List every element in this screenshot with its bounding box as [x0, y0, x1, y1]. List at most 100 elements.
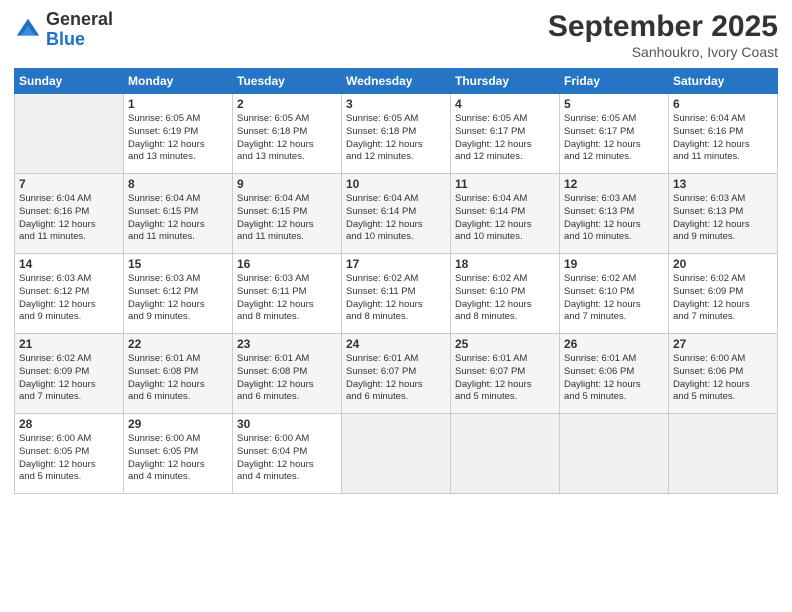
calendar-cell: 4Sunrise: 6:05 AM Sunset: 6:17 PM Daylig…: [451, 94, 560, 174]
calendar-table: Sunday Monday Tuesday Wednesday Thursday…: [14, 68, 778, 494]
day-number: 7: [19, 177, 119, 191]
day-number: 25: [455, 337, 555, 351]
calendar-cell: 11 Sunrise: 6:04 AM Sunset: 6:14 PM Dayli…: [451, 174, 560, 254]
logo-general-text: General: [46, 10, 113, 30]
day-info: Sunrise: 6:02 AM Sunset: 6:09 PM Dayligh…: [19, 353, 119, 404]
day-number: 12: [564, 177, 664, 191]
day-info: Sunrise: 6:03 AM Sunset: 6:13 PM Dayligh…: [564, 193, 664, 244]
calendar-cell: 20 Sunrise: 6:02 AM Sunset: 6:09 PM Dayli…: [669, 254, 778, 334]
day-info: Sunrise: 6:00 AM Sunset: 6:05 PM Dayligh…: [19, 433, 119, 484]
month-title: September 2025: [548, 10, 778, 44]
page: General Blue September 2025 Sanhoukro, I…: [0, 0, 792, 612]
calendar-header: Sunday Monday Tuesday Wednesday Thursday…: [15, 69, 778, 94]
day-info: Sunrise: 6:04 AM Sunset: 6:15 PM Dayligh…: [128, 193, 228, 244]
day-info: Sunrise: 6:03 AM Sunset: 6:12 PM Dayligh…: [19, 273, 119, 324]
header-wednesday: Wednesday: [342, 69, 451, 94]
day-info: Sunrise: 6:01 AM Sunset: 6:08 PM Dayligh…: [128, 353, 228, 404]
day-info: Sunrise: 6:01 AM Sunset: 6:08 PM Dayligh…: [237, 353, 337, 404]
day-number: 19: [564, 257, 664, 271]
calendar-cell: 1Sunrise: 6:05 AM Sunset: 6:19 PM Daylig…: [124, 94, 233, 174]
day-info: Sunrise: 6:04 AM Sunset: 6:14 PM Dayligh…: [455, 193, 555, 244]
day-number: 16: [237, 257, 337, 271]
day-info: Sunrise: 6:05 AM Sunset: 6:18 PM Dayligh…: [346, 113, 446, 164]
calendar-cell: 24 Sunrise: 6:01 AM Sunset: 6:07 PM Dayli…: [342, 334, 451, 414]
day-info: Sunrise: 6:05 AM Sunset: 6:17 PM Dayligh…: [455, 113, 555, 164]
day-info: Sunrise: 6:01 AM Sunset: 6:07 PM Dayligh…: [346, 353, 446, 404]
day-number: 13: [673, 177, 773, 191]
logo-blue-text: Blue: [46, 30, 113, 50]
calendar-cell: 5 Sunrise: 6:05 AM Sunset: 6:17 PM Daylig…: [560, 94, 669, 174]
day-number: 29: [128, 417, 228, 431]
day-number: 10: [346, 177, 446, 191]
calendar-cell: 29Sunrise: 6:00 AM Sunset: 6:05 PM Dayli…: [124, 414, 233, 494]
calendar-cell: 10 Sunrise: 6:04 AM Sunset: 6:14 PM Dayli…: [342, 174, 451, 254]
calendar-cell: 7Sunrise: 6:04 AM Sunset: 6:16 PM Daylig…: [15, 174, 124, 254]
day-number: 15: [128, 257, 228, 271]
logo: General Blue: [14, 10, 113, 50]
day-info: Sunrise: 6:04 AM Sunset: 6:15 PM Dayligh…: [237, 193, 337, 244]
day-info: Sunrise: 6:02 AM Sunset: 6:09 PM Dayligh…: [673, 273, 773, 324]
day-info: Sunrise: 6:01 AM Sunset: 6:07 PM Dayligh…: [455, 353, 555, 404]
calendar-week-1: 1Sunrise: 6:05 AM Sunset: 6:19 PM Daylig…: [15, 94, 778, 174]
calendar-cell: [669, 414, 778, 494]
calendar-cell: 23 Sunrise: 6:01 AM Sunset: 6:08 PM Dayli…: [233, 334, 342, 414]
calendar-cell: 2Sunrise: 6:05 AM Sunset: 6:18 PM Daylig…: [233, 94, 342, 174]
day-number: 21: [19, 337, 119, 351]
day-number: 20: [673, 257, 773, 271]
day-number: 5: [564, 97, 664, 111]
day-info: Sunrise: 6:00 AM Sunset: 6:06 PM Dayligh…: [673, 353, 773, 404]
day-number: 18: [455, 257, 555, 271]
calendar-cell: 6 Sunrise: 6:04 AM Sunset: 6:16 PM Daylig…: [669, 94, 778, 174]
day-number: 24: [346, 337, 446, 351]
calendar-cell: 16Sunrise: 6:03 AM Sunset: 6:11 PM Dayli…: [233, 254, 342, 334]
calendar-week-3: 14 Sunrise: 6:03 AM Sunset: 6:12 PM Dayli…: [15, 254, 778, 334]
calendar-week-2: 7Sunrise: 6:04 AM Sunset: 6:16 PM Daylig…: [15, 174, 778, 254]
day-info: Sunrise: 6:03 AM Sunset: 6:13 PM Dayligh…: [673, 193, 773, 244]
day-info: Sunrise: 6:02 AM Sunset: 6:11 PM Dayligh…: [346, 273, 446, 324]
day-info: Sunrise: 6:01 AM Sunset: 6:06 PM Dayligh…: [564, 353, 664, 404]
day-info: Sunrise: 6:02 AM Sunset: 6:10 PM Dayligh…: [564, 273, 664, 324]
day-number: 11: [455, 177, 555, 191]
calendar-cell: 13 Sunrise: 6:03 AM Sunset: 6:13 PM Dayli…: [669, 174, 778, 254]
header: General Blue September 2025 Sanhoukro, I…: [14, 10, 778, 60]
header-thursday: Thursday: [451, 69, 560, 94]
calendar-cell: 27Sunrise: 6:00 AM Sunset: 6:06 PM Dayli…: [669, 334, 778, 414]
calendar-cell: 12 Sunrise: 6:03 AM Sunset: 6:13 PM Dayli…: [560, 174, 669, 254]
calendar-cell: [15, 94, 124, 174]
day-number: 23: [237, 337, 337, 351]
day-number: 26: [564, 337, 664, 351]
day-info: Sunrise: 6:04 AM Sunset: 6:16 PM Dayligh…: [673, 113, 773, 164]
calendar-week-4: 21 Sunrise: 6:02 AM Sunset: 6:09 PM Dayli…: [15, 334, 778, 414]
calendar-cell: [342, 414, 451, 494]
day-number: 30: [237, 417, 337, 431]
calendar-cell: 3 Sunrise: 6:05 AM Sunset: 6:18 PM Daylig…: [342, 94, 451, 174]
calendar-cell: 25 Sunrise: 6:01 AM Sunset: 6:07 PM Dayli…: [451, 334, 560, 414]
day-number: 3: [346, 97, 446, 111]
day-number: 8: [128, 177, 228, 191]
calendar-cell: 21 Sunrise: 6:02 AM Sunset: 6:09 PM Dayli…: [15, 334, 124, 414]
calendar-body: 1Sunrise: 6:05 AM Sunset: 6:19 PM Daylig…: [15, 94, 778, 494]
day-number: 17: [346, 257, 446, 271]
day-number: 9: [237, 177, 337, 191]
calendar-cell: 30Sunrise: 6:00 AM Sunset: 6:04 PM Dayli…: [233, 414, 342, 494]
calendar-cell: 18 Sunrise: 6:02 AM Sunset: 6:10 PM Dayli…: [451, 254, 560, 334]
calendar-cell: 26 Sunrise: 6:01 AM Sunset: 6:06 PM Dayli…: [560, 334, 669, 414]
day-info: Sunrise: 6:03 AM Sunset: 6:12 PM Dayligh…: [128, 273, 228, 324]
day-number: 1: [128, 97, 228, 111]
day-info: Sunrise: 6:05 AM Sunset: 6:17 PM Dayligh…: [564, 113, 664, 164]
header-saturday: Saturday: [669, 69, 778, 94]
title-area: September 2025 Sanhoukro, Ivory Coast: [548, 10, 778, 60]
logo-icon: [14, 16, 42, 44]
calendar-cell: 17 Sunrise: 6:02 AM Sunset: 6:11 PM Dayli…: [342, 254, 451, 334]
day-info: Sunrise: 6:04 AM Sunset: 6:14 PM Dayligh…: [346, 193, 446, 244]
calendar-cell: [560, 414, 669, 494]
header-friday: Friday: [560, 69, 669, 94]
day-number: 6: [673, 97, 773, 111]
calendar-week-5: 28Sunrise: 6:00 AM Sunset: 6:05 PM Dayli…: [15, 414, 778, 494]
calendar-cell: [451, 414, 560, 494]
calendar-cell: 15 Sunrise: 6:03 AM Sunset: 6:12 PM Dayli…: [124, 254, 233, 334]
header-tuesday: Tuesday: [233, 69, 342, 94]
calendar-cell: 28Sunrise: 6:00 AM Sunset: 6:05 PM Dayli…: [15, 414, 124, 494]
day-number: 14: [19, 257, 119, 271]
day-info: Sunrise: 6:02 AM Sunset: 6:10 PM Dayligh…: [455, 273, 555, 324]
